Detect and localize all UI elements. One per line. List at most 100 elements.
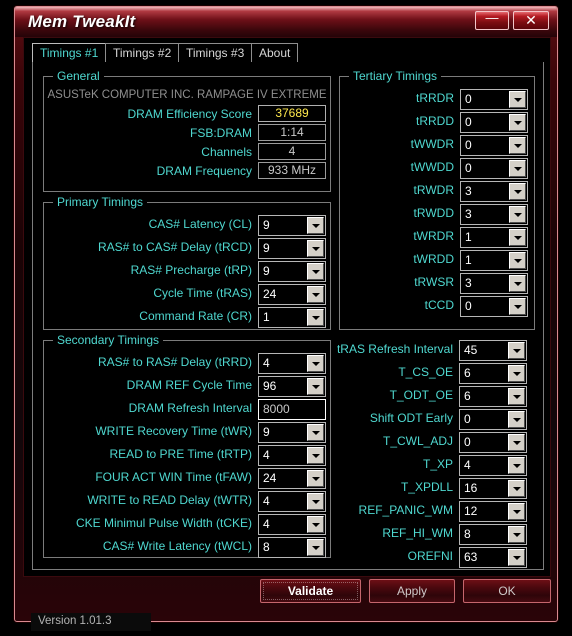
combo-t-cs-oe[interactable]: 6 [459,363,527,384]
combo-cas-latency-cl[interactable]: 9 [258,215,326,236]
tab-timings-1[interactable]: Timings #1 [32,43,107,63]
combo-trwdr[interactable]: 3 [460,181,528,202]
chevron-down-icon[interactable] [307,378,324,395]
ok-button[interactable]: OK [463,579,551,603]
combo-twrdr[interactable]: 1 [460,227,528,248]
combo-cke-minimul-pulse-width-tcke[interactable]: 4 [258,514,326,535]
tab-about[interactable]: About [251,43,299,63]
chevron-down-icon[interactable] [509,206,526,223]
close-button[interactable]: ✕ [513,11,549,30]
apply-button-label: Apply [396,584,428,598]
combo-ras-to-ras-delay-trrd[interactable]: 4 [258,353,326,374]
timing-label: tWWDD [410,160,454,174]
timing-row-t-odt-oe: T_ODT_OE 6 [339,386,533,407]
combo-write-to-read-delay-twtr[interactable]: 4 [258,491,326,512]
tab-label: Timings #2 [113,46,172,60]
combo-trwsr[interactable]: 3 [460,273,528,294]
combo-trwdd[interactable]: 3 [460,204,528,225]
combo-trrdd[interactable]: 0 [460,112,528,133]
combo-t-cwl-adj[interactable]: 0 [459,432,527,453]
tab-label: About [259,46,291,60]
chevron-down-icon[interactable] [508,388,525,405]
combo-t-odt-oe[interactable]: 6 [459,386,527,407]
combo-t-xpdll[interactable]: 16 [459,478,527,499]
combo-t-xp[interactable]: 4 [459,455,527,476]
chevron-down-icon[interactable] [307,217,324,234]
combo-value: 4 [263,494,270,508]
readonly-value: 1:14 [280,125,304,139]
apply-button[interactable]: Apply [369,579,455,603]
chevron-down-icon[interactable] [509,114,526,131]
chevron-down-icon[interactable] [307,309,324,326]
combo-value: 45 [464,343,478,357]
chevron-down-icon[interactable] [307,516,324,533]
combo-four-act-win-time-tfaw[interactable]: 24 [258,468,326,489]
chevron-down-icon[interactable] [508,549,525,566]
combo-read-to-pre-time-trtp[interactable]: 4 [258,445,326,466]
combo-ref-hi-wm[interactable]: 8 [459,524,527,545]
combo-trrdr[interactable]: 0 [460,89,528,110]
timing-row-write-to-read-delay-twtr: WRITE to READ Delay (tWTR) 4 [44,491,330,512]
chevron-down-icon[interactable] [508,365,525,382]
chevron-down-icon[interactable] [307,263,324,280]
chevron-down-icon[interactable] [508,411,525,428]
combo-ref-panic-wm[interactable]: 12 [459,501,527,522]
combo-tccd[interactable]: 0 [460,296,528,317]
chevron-down-icon[interactable] [508,503,525,520]
chevron-down-icon[interactable] [307,447,324,464]
combo-shift-odt-early[interactable]: 0 [459,409,527,430]
combo-tras-refresh-interval[interactable]: 45 [459,340,527,361]
combo-ras-to-cas-delay-trcd[interactable]: 9 [258,238,326,259]
timing-label: WRITE to READ Delay (tWTR) [87,493,252,507]
combo-cycle-time-tras[interactable]: 24 [258,284,326,305]
combo-ras-precharge-trp[interactable]: 9 [258,261,326,282]
combo-value: 0 [464,435,471,449]
combo-twwdr[interactable]: 0 [460,135,528,156]
chevron-down-icon[interactable] [509,137,526,154]
chevron-down-icon[interactable] [508,457,525,474]
chevron-down-icon[interactable] [307,493,324,510]
chevron-down-icon[interactable] [508,434,525,451]
combo-twwdd[interactable]: 0 [460,158,528,179]
dialog-button-bar: Validate Apply OK [23,579,551,605]
combo-dram-ref-cycle-time[interactable]: 96 [258,376,326,397]
chevron-down-icon[interactable] [509,275,526,292]
validate-button[interactable]: Validate [260,579,361,603]
combo-orefni[interactable]: 63 [459,547,527,568]
chevron-down-icon[interactable] [509,91,526,108]
combo-cas-write-latency-twcl[interactable]: 8 [258,537,326,558]
chevron-down-icon[interactable] [307,539,324,556]
timing-label: tWRDR [413,229,454,243]
readonly-dram-frequency: 933 MHz [258,162,326,179]
group-tertiary-label: Tertiary Timings [349,69,442,83]
combo-write-recovery-time-twr[interactable]: 9 [258,422,326,443]
chevron-down-icon[interactable] [307,355,324,372]
chevron-down-icon[interactable] [509,229,526,246]
timing-row-trwsr: tRWSR 3 [340,273,534,294]
combo-command-rate-cr[interactable]: 1 [258,307,326,328]
timing-label: DRAM Efficiency Score [127,107,252,121]
group-secondary-label: Secondary Timings [53,333,164,347]
chevron-down-icon[interactable] [508,480,525,497]
input-dram-refresh-interval[interactable]: 8000 [258,399,326,420]
chevron-down-icon[interactable] [509,252,526,269]
chevron-down-icon[interactable] [509,298,526,315]
tab-strip: Timings #1 Timings #2 Timings #3 About [32,43,544,63]
chevron-down-icon[interactable] [307,286,324,303]
minimize-button[interactable]: — [475,11,509,30]
readonly-value: 37689 [275,106,309,120]
chevron-down-icon[interactable] [508,526,525,543]
chevron-down-icon[interactable] [307,470,324,487]
client-area: Timings #1 Timings #2 Timings #3 About Gene… [23,37,551,577]
tab-timings-2[interactable]: Timings #2 [105,43,180,63]
chevron-down-icon[interactable] [307,240,324,257]
tab-timings-3[interactable]: Timings #3 [178,43,253,63]
chevron-down-icon[interactable] [307,424,324,441]
timing-label: tCCD [424,298,454,312]
timing-row-tras-refresh-interval: tRAS Refresh Interval 45 [337,340,533,361]
timing-label: Command Rate (CR) [139,309,252,323]
chevron-down-icon[interactable] [509,160,526,177]
chevron-down-icon[interactable] [509,183,526,200]
combo-twrdd[interactable]: 1 [460,250,528,271]
chevron-down-icon[interactable] [508,342,525,359]
